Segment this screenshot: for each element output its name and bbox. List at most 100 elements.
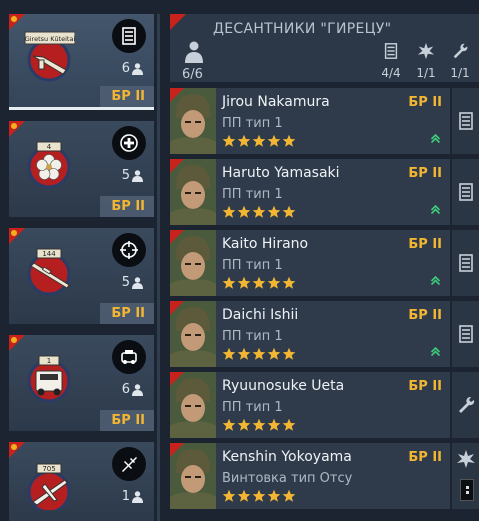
star-icon [252,418,266,431]
header-stat-engineer: 1/1 [447,42,473,80]
soldier-name: Haruto Yamasaki [222,165,340,181]
squad-banner-text: Giretsu Kūteitai [25,35,75,43]
japan-flag-icon [170,88,184,102]
person-icon [132,276,143,289]
japan-flag-icon [9,335,25,351]
soldier-weapon: Винтовка тип Отсу [222,471,353,486]
header-stat-explosives: 1/1 [413,42,439,80]
upgrade-chevron-icon [431,347,440,356]
soldier-row[interactable]: Ryuunosuke Ueta ПП тип 1 БР II [170,372,450,438]
soldier-br-badge: БР II [408,95,442,110]
person-icon [132,62,143,75]
squad-role-button[interactable] [112,126,146,160]
list-icon [456,324,476,344]
soldier-row[interactable]: Daichi Ishii ПП тип 1 БР II [170,301,450,367]
soldier-row[interactable]: Jirou Nakamura ПП тип 1 БР II [170,88,450,154]
soldier-name: Jirou Nakamura [222,94,330,110]
soldier-perks-button[interactable] [452,372,479,438]
header-stat-slots: 4/4 [378,42,404,80]
japan-flag-icon [170,159,184,173]
person-icon [185,41,203,67]
squad-emblem-icon: Giretsu Kūteitai [23,30,75,82]
aircraft-icon [122,457,137,472]
squad-banner-text: 144 [42,250,56,258]
star-icon [267,205,281,218]
squad-header: ДЕСАНТНИКИ "ГИРЕЦУ" 6/6 4/4 1/1 1/1 [170,14,479,82]
soldier-name: Daichi Ishii [222,307,299,323]
soldier-rating [222,205,296,219]
soldier-row[interactable]: Haruto Yamasaki ПП тип 1 БР II [170,159,450,225]
japan-flag-icon [9,121,25,137]
squad-emblem-icon: 1 [23,351,75,403]
squad-card-medic[interactable]: 4 5 БР II [9,121,154,217]
soldier-br-badge: БР II [408,308,442,323]
soldier-br-badge: БР II [408,450,442,465]
japan-flag-icon [170,230,184,244]
squad-br-badge: БР II [100,303,154,324]
soldier-row[interactable]: Kenshin Yokoyama Винтовка тип Отсу БР II [170,443,450,509]
squad-emblem-icon: 4 [23,137,75,189]
squad-title: ДЕСАНТНИКИ "ГИРЕЦУ" [213,21,392,37]
star-icon [252,347,266,360]
star-icon [252,134,266,147]
soldier-weapon: ПП тип 1 [222,187,283,202]
list-icon [456,253,476,273]
star-icon [282,489,296,502]
squad-card-aircraft[interactable]: 705 1 [9,442,154,521]
star-icon [282,134,296,147]
squad-br-badge: БР II [100,410,154,431]
star-icon [267,134,281,147]
star-icon [267,418,281,431]
star-icon [222,205,236,218]
star-icon [237,418,251,431]
soldier-rating [222,489,296,503]
squad-role-button[interactable] [112,447,146,481]
column-divider [157,14,160,521]
wrench-icon [456,395,476,415]
star-icon [252,205,266,218]
squad-list: Giretsu Kūteitai 6 БР II 4 5 БР II 144 5… [0,0,158,521]
soldier-br-badge: БР II [408,166,442,181]
soldier-row[interactable]: Kaito Hirano ПП тип 1 БР II [170,230,450,296]
upgrade-chevron-icon [431,134,440,143]
squad-emblem-icon: 705 [23,458,75,510]
japan-flag-icon [9,442,25,458]
soldier-rating [222,276,296,290]
star-icon [222,418,236,431]
star-icon [282,418,296,431]
squad-member-count: 6/6 [182,67,203,82]
squad-card-vehicle[interactable]: 1 6 БР II [9,335,154,431]
japan-flag-icon [9,14,25,30]
star-icon [222,489,236,502]
person-icon [132,490,143,503]
soldier-rating [222,347,296,361]
squad-card-sniper[interactable]: 144 5 БР II [9,228,154,324]
soldier-perks-button[interactable] [452,88,479,154]
soldier-weapon: ПП тип 1 [222,116,283,131]
soldier-weapon: ПП тип 1 [222,258,283,273]
star-icon [252,489,266,502]
soldier-rating [222,418,296,432]
squad-role-button[interactable] [112,233,146,267]
squad-role-button[interactable] [112,19,146,53]
star-icon [237,205,251,218]
star-icon [267,489,281,502]
upgrade-chevron-icon [431,205,440,214]
soldier-rating [222,134,296,148]
soldier-perks-button[interactable] [452,159,479,225]
soldier-br-badge: БР II [408,237,442,252]
japan-flag-icon [9,228,25,244]
star-icon [252,276,266,289]
list-icon [456,182,476,202]
vehicle-icon [121,350,137,364]
soldier-perks-button[interactable] [452,301,479,367]
squad-br-badge: БР II [100,196,154,217]
soldier-perks-button[interactable] [452,230,479,296]
japan-flag-icon [170,443,184,457]
squad-role-button[interactable] [112,340,146,374]
person-icon [132,169,143,182]
squad-emblem-icon: 144 [23,244,75,296]
explosion-icon [417,42,435,60]
squad-card-paratroopers[interactable]: Giretsu Kūteitai 6 БР II [9,14,154,110]
squad-size: 1 [122,489,143,504]
